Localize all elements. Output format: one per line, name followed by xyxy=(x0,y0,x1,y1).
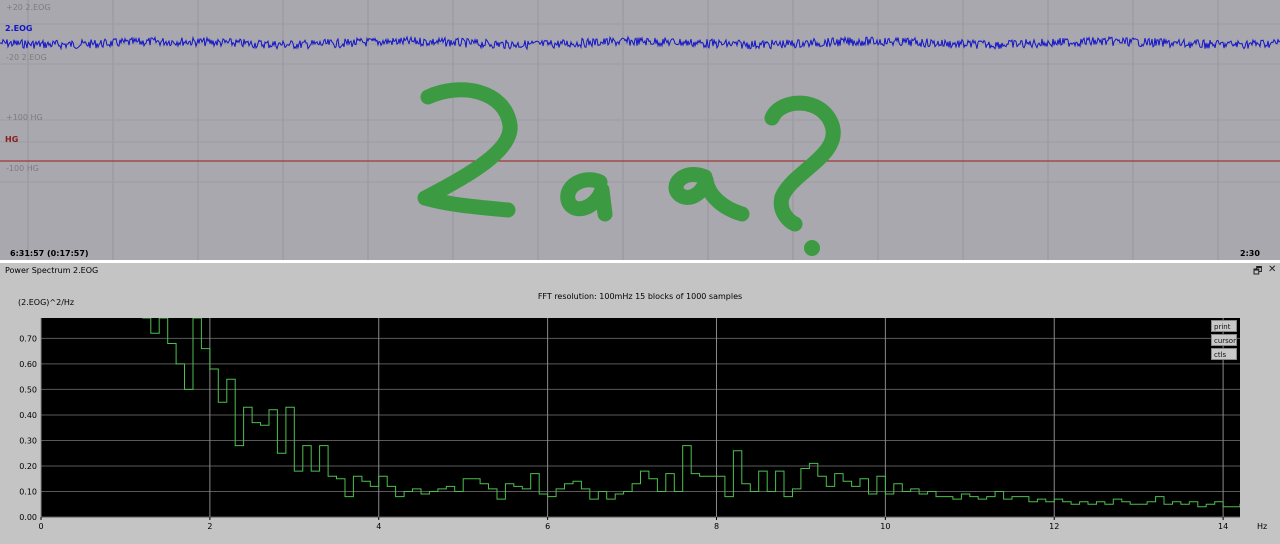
x-tick-label: 4 xyxy=(376,522,381,531)
time-start-label: 6:31:57 (0:17:57) xyxy=(10,249,89,258)
annotation-stroke-2 xyxy=(417,82,518,218)
annotation-stroke-question xyxy=(764,95,841,232)
x-tick-label: 0 xyxy=(38,522,43,531)
annotation-question-dot xyxy=(804,240,820,256)
x-tick-label: 8 xyxy=(714,522,719,531)
x-tick-label: 14 xyxy=(1218,522,1228,531)
hg-channel-label[interactable]: HG xyxy=(5,135,18,144)
x-tick-label: 12 xyxy=(1049,522,1059,531)
eog-trace-line xyxy=(0,35,1280,51)
y-tick-label: 0.20 xyxy=(19,462,37,471)
y-tick-label: 0.10 xyxy=(19,487,37,496)
cursor-button[interactable]: cursor xyxy=(1211,334,1237,346)
y-tick-label: 0.00 xyxy=(19,513,37,522)
x-tick-label: 2 xyxy=(207,522,212,531)
spectrum-chart: 0.00 0.10 0.20 0.30 0.40 0.50 0.60 0.70 0 2 4 6 8 10 1… xyxy=(19,318,1267,531)
y-tick-label: 0.30 xyxy=(19,436,37,445)
y-tick-label: 0.40 xyxy=(19,411,37,420)
x-axis-label: Hz xyxy=(1257,522,1267,531)
eog-scale-lower: -20 2.EOG xyxy=(6,53,47,62)
y-tick-label: 0.50 xyxy=(19,385,37,394)
trace-canvas xyxy=(0,0,1280,260)
hg-scale-upper: +100 HG xyxy=(6,113,43,122)
eeg-trace-panel: +20 2.EOG 2.EOG -20 2.EOG +100 HG HG -10… xyxy=(0,0,1280,260)
handwritten-annotation xyxy=(417,82,841,232)
x-tick-label: 6 xyxy=(545,522,550,531)
ctls-button[interactable]: ctls xyxy=(1211,348,1237,360)
time-end-label: 2:30 xyxy=(1240,249,1260,258)
hg-scale-lower: -100 HG xyxy=(6,164,39,173)
y-tick-label: 0.60 xyxy=(19,360,37,369)
x-tick-label: 10 xyxy=(880,522,890,531)
print-button[interactable]: print xyxy=(1211,320,1237,332)
y-tick-label: 0.70 xyxy=(19,334,37,343)
plot-area xyxy=(41,318,1240,517)
eog-channel-label[interactable]: 2.EOG xyxy=(5,24,32,33)
annotation-stroke-ya xyxy=(668,167,750,222)
eog-scale-upper: +20 2.EOG xyxy=(6,3,51,12)
annotation-stroke-a xyxy=(560,172,613,222)
